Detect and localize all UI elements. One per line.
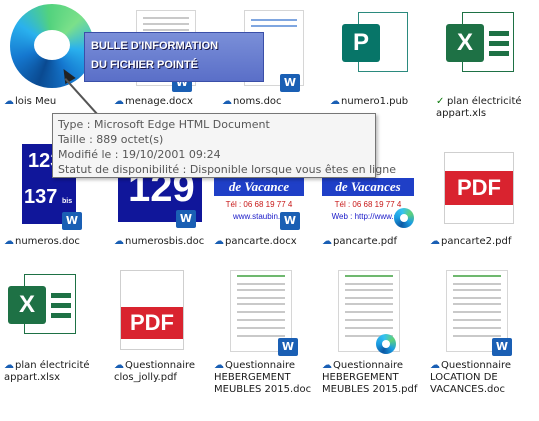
file-name: ☁Questionnaire clos_jolly.pdf bbox=[114, 360, 196, 383]
file-name: ☁Questionnaire HEBERGEMENT MEUBLES 2015.… bbox=[214, 360, 312, 395]
tooltip-modified: Modifié le : 19/10/2001 09:24 bbox=[58, 148, 221, 161]
file-name: ☁noms.doc bbox=[222, 96, 282, 107]
file-name: ☁plan électricité appart.xlsx bbox=[4, 360, 90, 383]
info-balloon: BULLE D'INFORMATION DU FICHIER POINTÉ bbox=[84, 32, 264, 82]
cloud-icon: ☁ bbox=[4, 236, 14, 247]
file-name: ☁numero1.pub bbox=[330, 96, 409, 107]
word-icon: W bbox=[280, 74, 300, 92]
file-item-hebergement-pdf[interactable]: ☁Questionnaire HEBERGEMENT MEUBLES 2015.… bbox=[322, 268, 426, 398]
file-name: ☁numerosbis.doc bbox=[114, 236, 205, 247]
word-icon: W bbox=[62, 212, 82, 230]
word-icon: W bbox=[278, 338, 298, 356]
cloud-icon: ☁ bbox=[114, 96, 124, 107]
pdf-icon: PDF bbox=[121, 307, 183, 339]
file-item-clos-jolly[interactable]: PDF ☁Questionnaire clos_jolly.pdf bbox=[114, 268, 218, 398]
cloud-icon: ☁ bbox=[430, 236, 440, 247]
pdf-sheet: PDF bbox=[120, 270, 184, 350]
file-name: ☁pancarte.pdf bbox=[322, 236, 398, 247]
tooltip-availability: Statut de disponibilité : Disponible lor… bbox=[58, 163, 396, 176]
pdf-thumbnail: PDF bbox=[430, 140, 534, 232]
pdf-thumbnail: PDF bbox=[114, 268, 218, 360]
doc-thumbnail: W bbox=[430, 268, 534, 360]
cloud-icon: ☁ bbox=[214, 360, 224, 371]
doc-thumbnail: W bbox=[214, 268, 318, 360]
file-name: ☁pancarte2.pdf bbox=[430, 236, 512, 247]
publisher-thumbnail: P bbox=[330, 0, 434, 92]
cloud-icon: ☁ bbox=[4, 96, 14, 107]
excel-thumbnail: X bbox=[4, 268, 108, 360]
cloud-icon: ☁ bbox=[322, 360, 332, 371]
tooltip-type: Type : Microsoft Edge HTML Document bbox=[58, 118, 270, 131]
file-item-hebergement-doc[interactable]: W ☁Questionnaire HEBERGEMENT MEUBLES 201… bbox=[214, 268, 318, 398]
cloud-icon: ☁ bbox=[114, 236, 124, 247]
file-item-numero1[interactable]: P ☁numero1.pub bbox=[330, 0, 434, 130]
file-item-plan-xls[interactable]: X ✓ plan électricité appart.xls bbox=[436, 0, 539, 130]
file-tooltip: Type : Microsoft Edge HTML Document Tail… bbox=[52, 113, 396, 178]
excel-icon: X bbox=[8, 286, 46, 324]
word-icon: W bbox=[280, 212, 300, 230]
cloud-icon: ☁ bbox=[114, 360, 124, 371]
file-name: ☁Questionnaire LOCATION DE VACANCES.doc bbox=[430, 360, 512, 395]
edge-icon bbox=[376, 334, 396, 354]
cloud-icon: ☁ bbox=[4, 360, 14, 371]
file-explorer-view: ☁lois Meu W ☁menage.docx W ☁noms.doc P ☁… bbox=[0, 0, 539, 421]
file-name: ✓ plan électricité appart.xls bbox=[436, 96, 522, 119]
pdf-icon: PDF bbox=[445, 171, 513, 205]
cloud-icon: ☁ bbox=[322, 236, 332, 247]
pdf-thumbnail bbox=[322, 268, 426, 360]
cloud-icon: ☁ bbox=[330, 96, 340, 107]
file-item-location-vacances[interactable]: W ☁Questionnaire LOCATION DE VACANCES.do… bbox=[430, 268, 534, 398]
file-item-plan-xlsx[interactable]: X ☁plan électricité appart.xlsx bbox=[4, 268, 108, 398]
cloud-icon: ☁ bbox=[222, 96, 232, 107]
tooltip-size: Taille : 889 octet(s) bbox=[58, 133, 164, 146]
publisher-icon: P bbox=[342, 24, 380, 62]
file-name: ☁numeros.doc bbox=[4, 236, 80, 247]
file-name: ☁pancarte.docx bbox=[214, 236, 297, 247]
cloud-icon: ☁ bbox=[214, 236, 224, 247]
excel-thumbnail: X bbox=[436, 0, 539, 92]
file-name: ☁Questionnaire HEBERGEMENT MEUBLES 2015.… bbox=[322, 360, 418, 395]
cloud-icon: ☁ bbox=[430, 360, 440, 371]
edge-logo-center bbox=[34, 30, 70, 60]
file-name: ☁lois Meu bbox=[4, 96, 57, 107]
pdf-sheet: PDF bbox=[444, 152, 514, 224]
word-icon: W bbox=[176, 210, 196, 228]
word-icon: W bbox=[492, 338, 512, 356]
file-name: ☁menage.docx bbox=[114, 96, 193, 107]
synced-check-icon: ✓ bbox=[436, 96, 445, 107]
excel-icon: X bbox=[446, 24, 484, 62]
file-item-pancarte2[interactable]: PDF ☁pancarte2.pdf bbox=[430, 140, 534, 270]
edge-icon bbox=[394, 208, 414, 228]
